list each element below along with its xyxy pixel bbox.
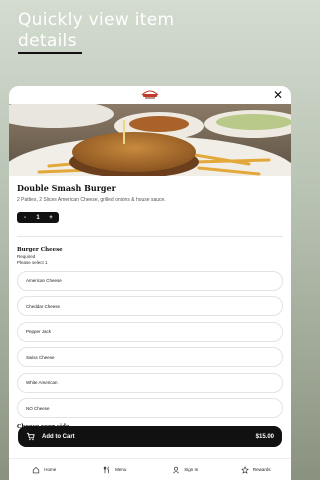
nav-label-rewards: Rewards [252, 467, 271, 472]
modifier-options: American Cheese Cheddar Cheese Pepper Ja… [17, 270, 283, 418]
option-no-cheese[interactable]: NO Cheese [17, 398, 283, 418]
nav-label-sign-in: Sign In [184, 467, 199, 472]
modifier-required-label: Required [17, 253, 36, 259]
option-pepper-jack[interactable]: Pepper Jack [17, 321, 283, 342]
modal-topbar: ✕ [9, 86, 291, 104]
modifier-instruction: Please select 1 [17, 259, 48, 265]
option-white-american[interactable]: White American [17, 372, 283, 393]
item-details: Double Smash Burger 2 Patties, 2 Slices … [9, 183, 291, 430]
nav-label-home: Home [44, 467, 57, 472]
nav-item-menu[interactable]: Menu [80, 459, 151, 480]
cart-price: $15.00 [255, 433, 274, 440]
restaurant-logo [139, 88, 161, 100]
item-name: Double Smash Burger [17, 183, 116, 193]
add-to-cart-button[interactable]: Add to Cart $15.00 [18, 426, 282, 447]
add-to-cart-label: Add to Cart [42, 433, 75, 440]
user-icon [173, 466, 180, 473]
quantity-decrease-button[interactable]: - [20, 215, 30, 221]
promo-underline [18, 52, 82, 54]
utensils-icon [103, 466, 110, 473]
modifier-group-title: Burger Cheese [17, 246, 63, 253]
phone-screen: ✕ Double Smash Burger 2 Patties, 2 Slice… [9, 86, 291, 480]
section-divider [17, 235, 283, 237]
star-icon [241, 465, 249, 474]
option-american-cheese[interactable]: American Cheese [17, 270, 283, 291]
cart-icon [26, 432, 35, 441]
nav-item-rewards[interactable]: Rewards [221, 459, 292, 480]
bottom-navigation: Home Menu Sign In Rewards [9, 458, 291, 480]
close-button[interactable]: ✕ [271, 88, 285, 102]
nav-item-home[interactable]: Home [9, 459, 80, 480]
quantity-increase-button[interactable]: + [46, 215, 56, 221]
close-icon: ✕ [272, 88, 284, 102]
nav-item-sign-in[interactable]: Sign In [150, 459, 221, 480]
item-description: 2 Patties, 2 Slices American Cheese, gri… [17, 197, 166, 203]
home-icon [33, 466, 40, 473]
promo-title: Quickly view item details [18, 10, 175, 51]
quantity-stepper: - 1 + [17, 212, 59, 223]
option-swiss-cheese[interactable]: Swiss Cheese [17, 347, 283, 367]
quantity-value: 1 [36, 214, 40, 221]
item-hero-image [9, 104, 291, 176]
nav-label-menu: Menu [115, 467, 127, 472]
option-cheddar-cheese[interactable]: Cheddar Cheese [17, 296, 283, 316]
